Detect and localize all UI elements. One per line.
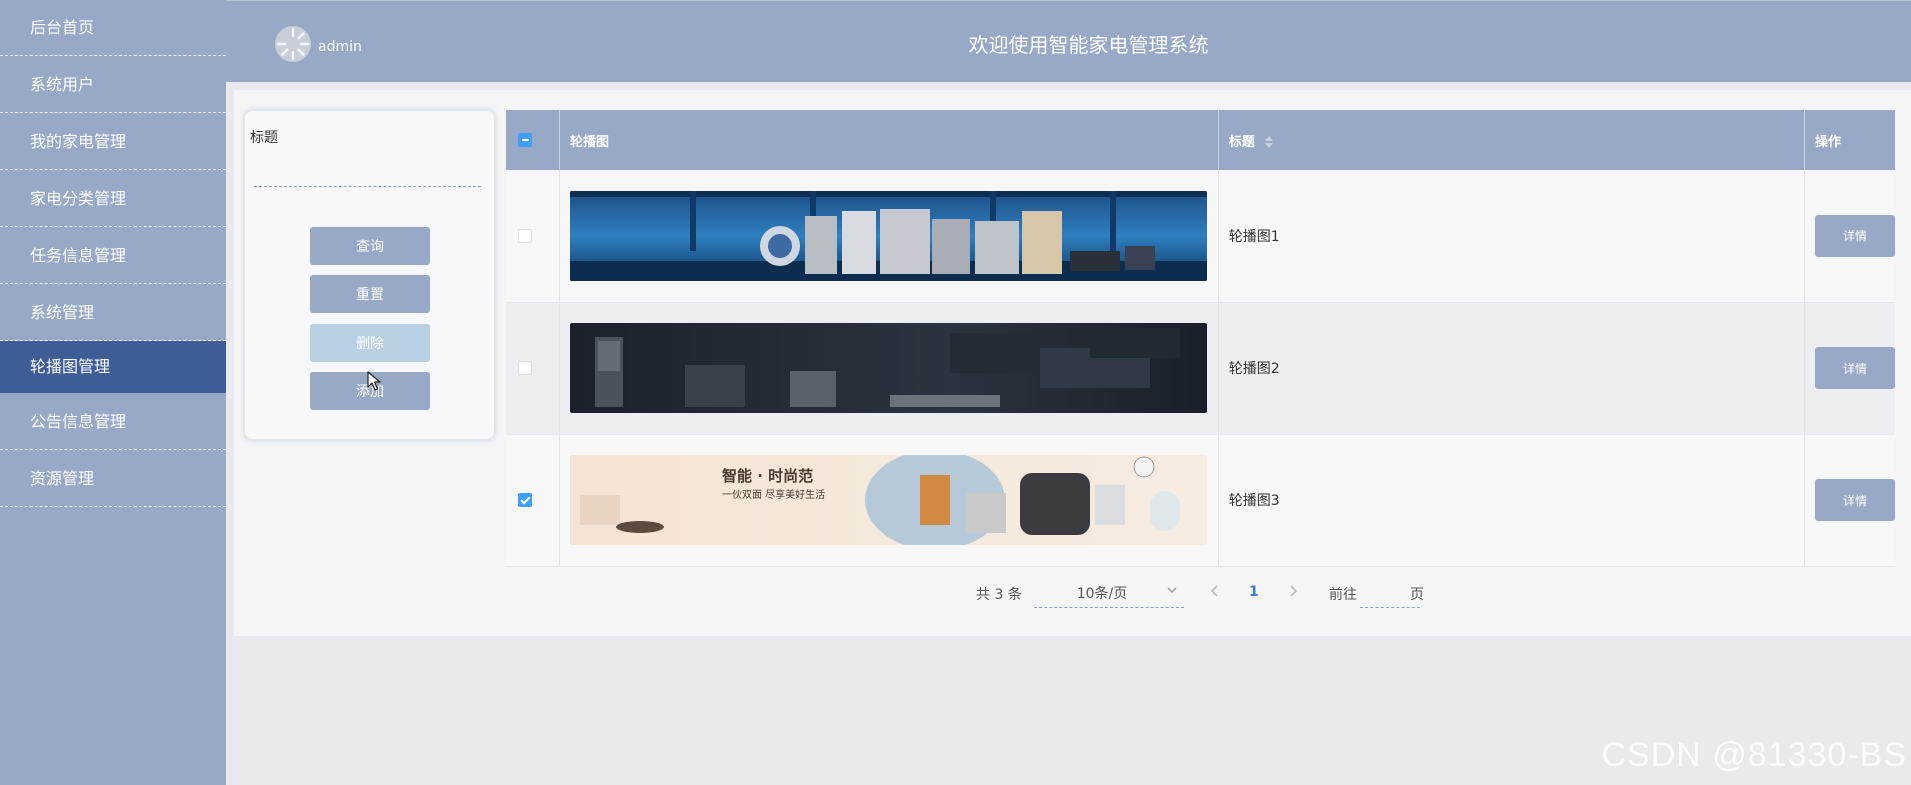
sidebar-item-system-users[interactable]: 系统用户 xyxy=(0,56,226,113)
row-select-cell xyxy=(506,434,560,567)
row-actions-cell: 详情 xyxy=(1804,302,1895,435)
goto-label: 前往 xyxy=(1329,587,1357,603)
header: admin 欢迎使用智能家电管理系统 xyxy=(226,0,1911,82)
row-checkbox[interactable] xyxy=(518,228,532,243)
row-actions-cell: 详情 xyxy=(1804,170,1895,303)
page-title: 欢迎使用智能家电管理系统 xyxy=(968,33,1209,57)
carousel-image xyxy=(569,455,1207,545)
mouse-cursor-icon xyxy=(367,371,381,391)
carousel-image-headline: 智能 · 时尚范 xyxy=(721,467,814,485)
reset-button[interactable]: 重置 xyxy=(310,275,430,313)
sidebar-item-appliance-categories[interactable]: 家电分类管理 xyxy=(0,170,226,227)
pagination-total: 共 3 条 xyxy=(976,587,1022,603)
column-header-title-label: 标题 xyxy=(1228,134,1255,150)
goto-suffix: 页 xyxy=(1410,587,1424,603)
query-button[interactable]: 查询 xyxy=(310,227,430,265)
next-page-icon[interactable] xyxy=(1287,584,1299,598)
carousel-table: 轮播图 标题 操作 轮播图1 详情 轮播图2 详情 智能 · 时尚范 一伙双面 … xyxy=(506,110,1911,567)
column-header-image: 轮播图 xyxy=(559,110,1219,170)
row-select-cell xyxy=(506,302,560,435)
row-select-cell xyxy=(506,170,560,303)
sidebar-item-tasks[interactable]: 任务信息管理 xyxy=(0,227,226,284)
page-size-select[interactable]: 10条/页 xyxy=(1034,582,1184,608)
sidebar-item-home[interactable]: 后台首页 xyxy=(0,0,226,56)
carousel-image xyxy=(569,323,1207,413)
sort-icon[interactable] xyxy=(1265,136,1274,148)
row-title: 轮播图1 xyxy=(1218,170,1805,303)
page-number-current[interactable]: 1 xyxy=(1249,584,1259,600)
table-row: 轮播图2 详情 xyxy=(506,302,1895,435)
delete-button[interactable]: 删除 xyxy=(310,324,430,362)
detail-button[interactable]: 详情 xyxy=(1814,347,1895,389)
sidebar-item-my-appliances[interactable]: 我的家电管理 xyxy=(0,113,226,170)
sidebar: 后台首页 系统用户 我的家电管理 家电分类管理 任务信息管理 系统管理 轮播图管… xyxy=(0,0,226,785)
table-row: 智能 · 时尚范 一伙双面 尽享美好生活 轮播图3 详情 xyxy=(506,434,1895,567)
row-checkbox[interactable] xyxy=(518,493,532,507)
detail-button[interactable]: 详情 xyxy=(1814,479,1895,521)
prev-page-icon[interactable] xyxy=(1209,584,1221,598)
watermark: CSDN @81330-BS xyxy=(1601,736,1907,774)
title-search-label: 标题 xyxy=(250,130,278,146)
page-size-value: 10条/页 xyxy=(1076,586,1128,602)
carousel-image xyxy=(569,190,1207,281)
carousel-image-subline: 一伙双面 尽享美好生活 xyxy=(721,490,826,501)
carousel-image-cell xyxy=(559,170,1219,303)
select-all-cell xyxy=(506,110,560,170)
row-title: 轮播图3 xyxy=(1218,434,1805,567)
row-actions-cell: 详情 xyxy=(1804,434,1895,567)
column-header-title[interactable]: 标题 xyxy=(1218,110,1805,170)
table-row: 轮播图1 详情 xyxy=(506,170,1895,303)
sidebar-item-carousel[interactable]: 轮播图管理 xyxy=(0,341,226,393)
pagination: 共 3 条 10条/页 1 前往 页 xyxy=(234,582,1911,614)
column-header-actions: 操作 xyxy=(1804,110,1895,170)
sidebar-item-resources[interactable]: 资源管理 xyxy=(0,450,226,507)
sidebar-item-announcements[interactable]: 公告信息管理 xyxy=(0,393,226,450)
sidebar-item-system-settings[interactable]: 系统管理 xyxy=(0,284,226,341)
row-checkbox[interactable] xyxy=(518,361,532,375)
title-search-input[interactable] xyxy=(254,163,481,187)
select-all-checkbox[interactable] xyxy=(518,133,532,147)
carousel-image-cell: 智能 · 时尚范 一伙双面 尽享美好生活 xyxy=(559,434,1219,567)
main-panel: 标题 查询 重置 删除 添加 轮播图 标题 操作 轮播图1 详情 轮播图2 详情… xyxy=(234,90,1911,636)
chevron-down-icon xyxy=(1167,587,1177,593)
search-panel: 标题 查询 重置 删除 添加 xyxy=(244,110,495,440)
row-title: 轮播图2 xyxy=(1218,302,1805,435)
detail-button[interactable]: 详情 xyxy=(1814,214,1895,257)
carousel-image-cell xyxy=(559,302,1219,435)
